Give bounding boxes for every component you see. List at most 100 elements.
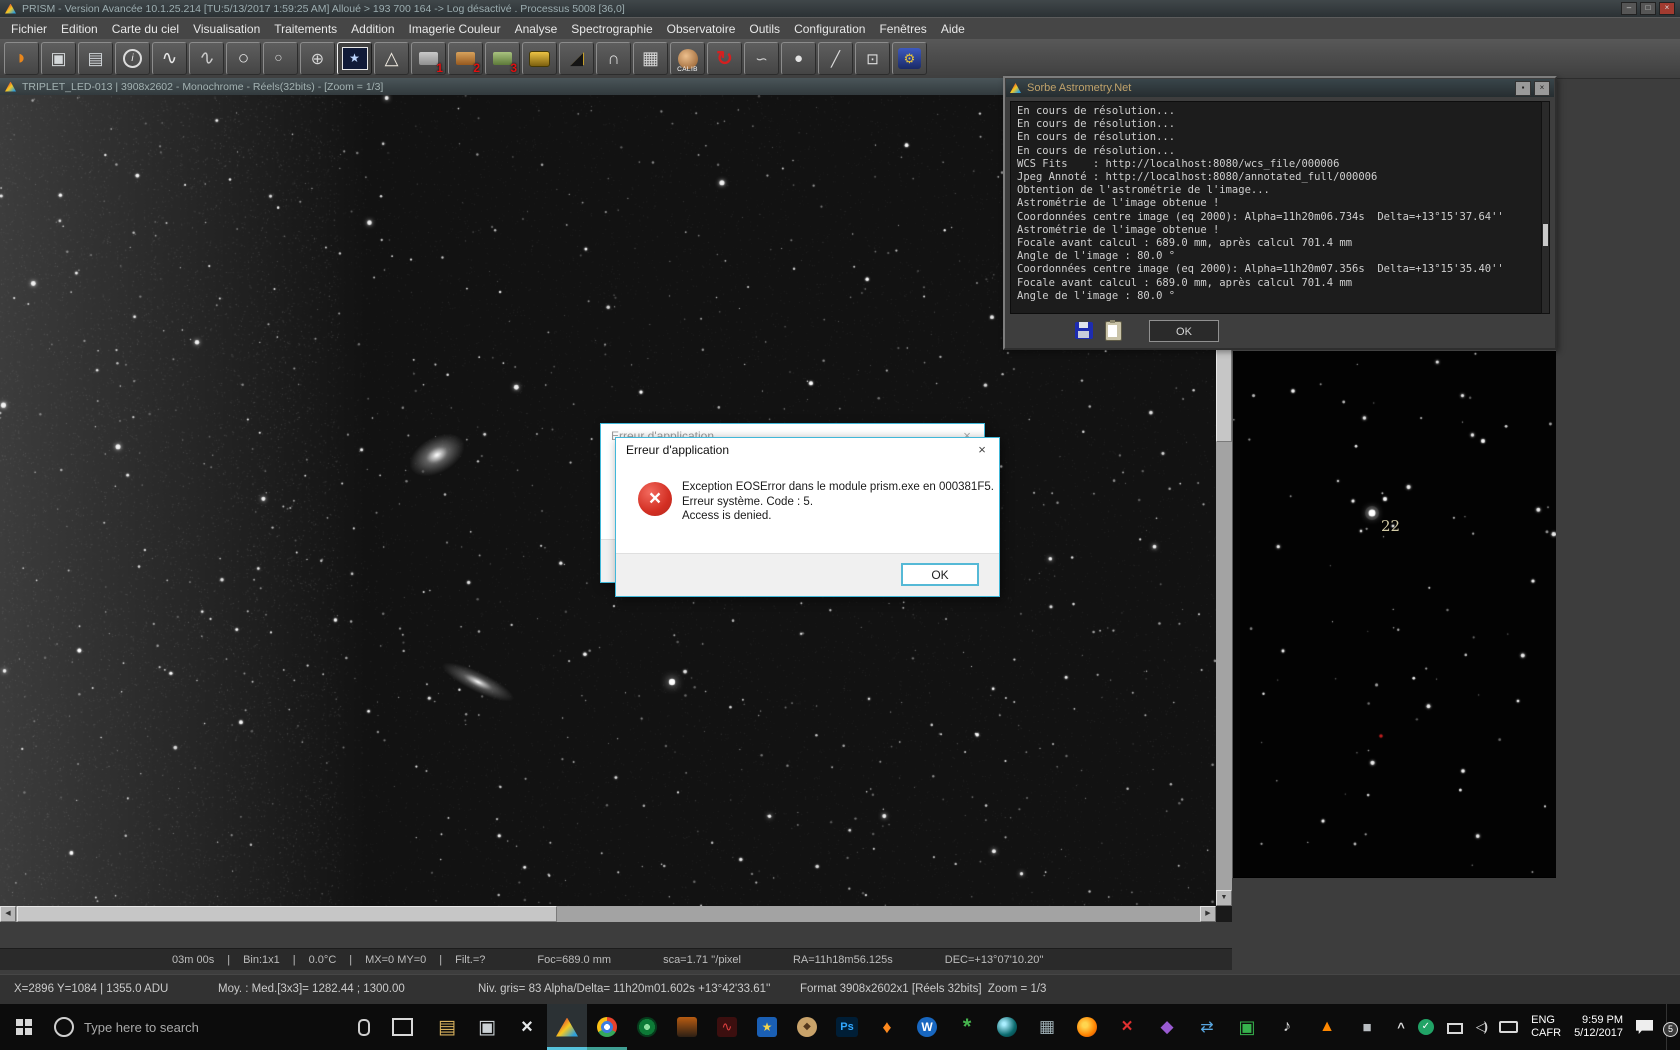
start-button[interactable] xyxy=(0,1004,48,1050)
maximize-button[interactable]: □ xyxy=(1640,2,1656,15)
search-placeholder[interactable]: Type here to search xyxy=(84,1020,199,1035)
microphone-icon[interactable] xyxy=(358,1019,370,1036)
horizontal-scrollbar[interactable]: ◀ ▶ xyxy=(0,906,1216,922)
taskbar-app-phd2-guiding[interactable] xyxy=(627,1004,667,1050)
menu-item-2[interactable]: Carte du ciel xyxy=(105,20,186,38)
toolbar-button-calib-compass[interactable]: CALIB xyxy=(670,42,705,75)
menu-item-11[interactable]: Configuration xyxy=(787,20,872,38)
action-center-icon[interactable] xyxy=(1636,1020,1653,1034)
menu-item-4[interactable]: Traitements xyxy=(267,20,344,38)
menu-item-0[interactable]: Fichier xyxy=(4,20,54,38)
menu-item-5[interactable]: Addition xyxy=(344,20,401,38)
taskbar-app-sky-map[interactable]: ★ xyxy=(747,1004,787,1050)
menu-item-3[interactable]: Visualisation xyxy=(186,20,267,38)
toolbar-button-curve-adjust[interactable]: ∿ xyxy=(152,42,187,75)
taskbar-app-eclipse-app[interactable] xyxy=(987,1004,1027,1050)
toolbar-button-image-info[interactable]: i xyxy=(115,42,150,75)
toolbar-button-sphere-tool[interactable]: ○ xyxy=(226,42,261,75)
taskbar-app-keyboard-app[interactable]: ▦ xyxy=(1027,1004,1067,1050)
menu-item-13[interactable]: Aide xyxy=(934,20,972,38)
taskbar-app-sticky-notes[interactable]: ▤ xyxy=(427,1004,467,1050)
taskbar-app-prism[interactable] xyxy=(547,1004,587,1050)
toolbar-button-note-tool[interactable]: ╱ xyxy=(818,42,853,75)
star-chart-canvas[interactable] xyxy=(1233,351,1556,877)
menu-item-7[interactable]: Analyse xyxy=(508,20,565,38)
taskbar-app-vlc-app[interactable]: ▲ xyxy=(1307,1004,1347,1050)
hidden-icons-chevron[interactable]: ^ xyxy=(1397,1020,1405,1035)
astrometry-ok-button[interactable]: OK xyxy=(1149,320,1219,342)
toolbar-button-telescope[interactable]: ◢ xyxy=(559,42,594,75)
astrometry-scrollbar[interactable] xyxy=(1541,101,1550,314)
toolbar-button-preview-window[interactable]: ★ xyxy=(337,42,372,75)
toolbar-button-counter-tool[interactable]: ⊡ xyxy=(855,42,890,75)
astrometry-titlebar[interactable]: Sorbe Astrometry.Net ▪ × xyxy=(1006,79,1554,97)
toolbar-button-mesh-grid[interactable]: ▦ xyxy=(633,42,668,75)
task-view-button[interactable] xyxy=(392,1018,413,1036)
taskbar-app-firefox[interactable] xyxy=(1067,1004,1107,1050)
app-titlebar[interactable]: PRISM - Version Avancée 10.1.25.214 [TU:… xyxy=(0,0,1680,17)
taskbar-app-graph-tool[interactable]: ∿ xyxy=(707,1004,747,1050)
toolbar-button-camera-3[interactable]: 3 xyxy=(485,42,520,75)
taskbar-app-photoshop[interactable]: Ps xyxy=(827,1004,867,1050)
scroll-right-arrow[interactable]: ▶ xyxy=(1200,906,1216,922)
close-button[interactable]: × xyxy=(1659,2,1675,15)
copy-log-button[interactable] xyxy=(1105,321,1122,341)
taskbar-app-purple-app[interactable]: ◆ xyxy=(1147,1004,1187,1050)
menu-item-6[interactable]: Imagerie Couleur xyxy=(402,20,508,38)
toolbar-button-observatory-setup[interactable]: ⚙ xyxy=(892,42,927,75)
volume-icon[interactable]: ◁) xyxy=(1476,1019,1486,1035)
close-icon[interactable]: × xyxy=(965,438,999,462)
taskbar-app-sync-app[interactable]: ⇄ xyxy=(1187,1004,1227,1050)
toolbar-button-save-image[interactable]: ▣ xyxy=(41,42,76,75)
taskbar-app-photo-viewer[interactable]: ▣ xyxy=(467,1004,507,1050)
counter-tool-icon: ⊡ xyxy=(866,50,879,68)
taskbar-app-compass-app[interactable]: ◆ xyxy=(787,1004,827,1050)
scroll-down-arrow[interactable]: ▼ xyxy=(1216,890,1232,906)
keyboard-icon[interactable] xyxy=(1499,1021,1518,1033)
taskbar-app-x-black-app[interactable]: × xyxy=(507,1004,547,1050)
menu-item-8[interactable]: Spectrographie xyxy=(564,20,659,38)
toolbar-button-blob-tool[interactable]: ● xyxy=(781,42,816,75)
horizontal-scroll-thumb[interactable] xyxy=(17,906,557,922)
toolbar-button-guide-tool[interactable]: ∽ xyxy=(744,42,779,75)
taskbar-app-chrome[interactable] xyxy=(587,1004,627,1050)
toolbar-button-open-image[interactable]: ◗ xyxy=(4,42,39,75)
curve-adjust-icon: ∿ xyxy=(162,47,178,70)
prism-icon xyxy=(556,1018,578,1037)
taskbar-app-blue-w-app[interactable]: W xyxy=(907,1004,947,1050)
astrometry-minimize-button[interactable]: ▪ xyxy=(1515,81,1531,96)
toolbar-button-camera-1[interactable]: 1 xyxy=(411,42,446,75)
taskbar-app-flame-app[interactable]: ♦ xyxy=(867,1004,907,1050)
toolbar-button-curve-measure[interactable]: ∿ xyxy=(189,42,224,75)
menu-item-1[interactable]: Edition xyxy=(54,20,105,38)
toolbar-button-pan-zoom-tool[interactable]: ⊕ xyxy=(300,42,335,75)
toolbar-button-sync-loop[interactable]: ↻ xyxy=(707,42,742,75)
toolbar-button-camera-2[interactable]: 2 xyxy=(448,42,483,75)
toolbar-button-focuser[interactable] xyxy=(522,42,557,75)
language-indicator[interactable]: ENG CAFR xyxy=(1531,1014,1561,1040)
error-ok-button[interactable]: OK xyxy=(901,563,979,586)
taskbar-clock[interactable]: 9:59 PM 5/12/2017 xyxy=(1574,1014,1623,1040)
astrometry-close-button[interactable]: × xyxy=(1534,81,1550,96)
minimize-button[interactable]: – xyxy=(1621,2,1637,15)
taskbar-app-gray-app[interactable]: ■ xyxy=(1347,1004,1387,1050)
toolbar-button-export-image[interactable]: ▤ xyxy=(78,42,113,75)
save-log-button[interactable] xyxy=(1075,322,1093,339)
taskbar-app-green-window-app[interactable]: ▣ xyxy=(1227,1004,1267,1050)
toolbar-button-flat-cone[interactable]: △ xyxy=(374,42,409,75)
network-icon[interactable] xyxy=(1447,1023,1463,1034)
scroll-left-arrow[interactable]: ◀ xyxy=(0,906,16,922)
taskbar-search[interactable]: Type here to search xyxy=(54,1017,334,1037)
taskbar-app-x-red-app[interactable]: × xyxy=(1107,1004,1147,1050)
search-icon xyxy=(54,1017,74,1037)
toolbar-button-dome[interactable]: ∩ xyxy=(596,42,631,75)
menu-item-10[interactable]: Outils xyxy=(742,20,787,38)
menu-item-9[interactable]: Observatoire xyxy=(660,20,743,38)
menu-item-12[interactable]: Fenêtres xyxy=(872,20,933,38)
taskbar-app-media-app[interactable]: ♪ xyxy=(1267,1004,1307,1050)
taskbar-app-backyard-eos[interactable] xyxy=(667,1004,707,1050)
taskbar-app-green-plant-app[interactable]: * xyxy=(947,1004,987,1050)
security-check-icon[interactable]: ✓ xyxy=(1418,1019,1434,1035)
toolbar-button-zoom-tool[interactable]: ○ xyxy=(263,42,298,75)
astrometry-scroll-thumb[interactable] xyxy=(1543,224,1548,246)
